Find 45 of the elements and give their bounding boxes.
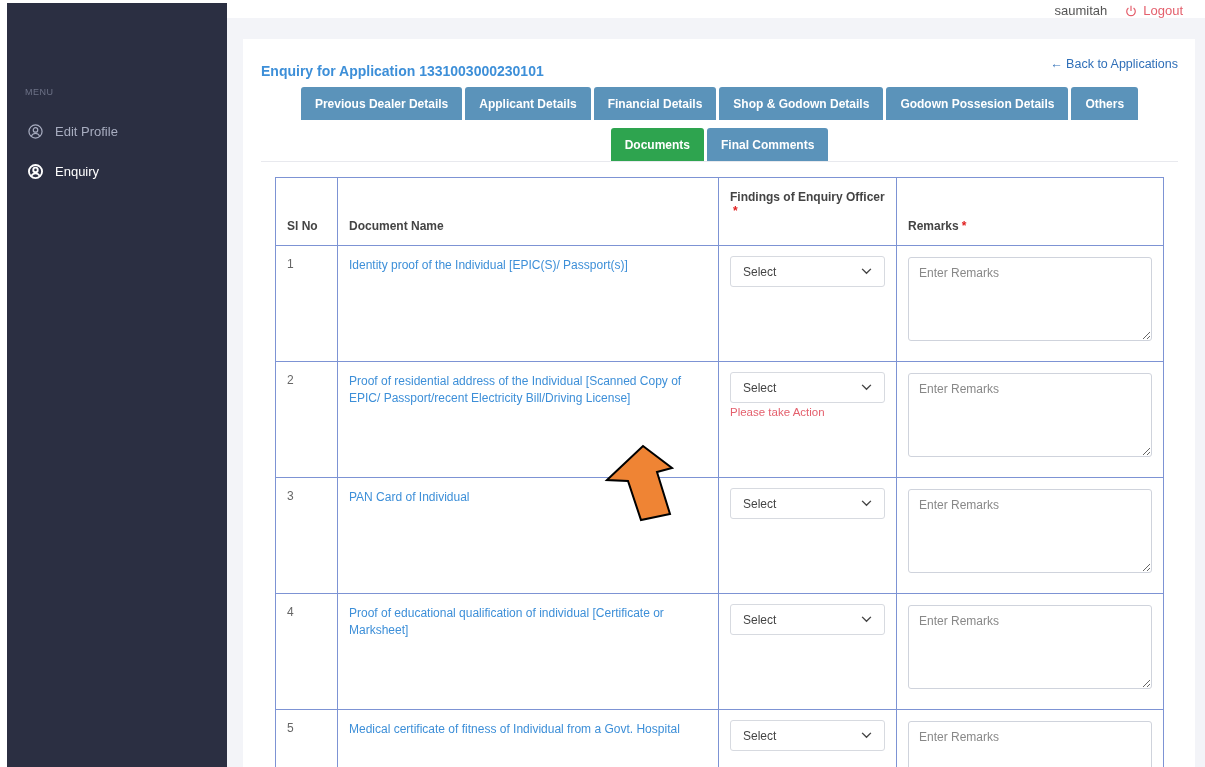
tab[interactable]: Others xyxy=(1071,87,1139,120)
chevron-down-icon xyxy=(861,500,872,507)
sidebar-item[interactable]: Enquiry xyxy=(7,151,227,191)
chevron-down-icon xyxy=(861,384,872,391)
findings-dropdown[interactable]: Select xyxy=(730,372,885,403)
table-cell: 3 xyxy=(275,477,338,594)
findings-dropdown[interactable]: Select xyxy=(730,604,885,635)
page-title: Enquiry for Application 1331003000230101 xyxy=(261,63,544,79)
findings-dropdown[interactable]: Select xyxy=(730,720,885,751)
power-icon xyxy=(1125,4,1138,17)
tab[interactable]: Final Comments xyxy=(707,128,829,161)
tab[interactable]: Documents xyxy=(610,128,704,161)
username: saumitah xyxy=(1054,3,1108,18)
error-message: Please take Action xyxy=(730,406,826,418)
tab[interactable]: Applicant Details xyxy=(465,87,591,120)
logout-link[interactable]: Logout xyxy=(1125,3,1183,18)
table-cell: 1 xyxy=(275,245,338,362)
back-link[interactable]: ← Back to Applications xyxy=(1050,57,1178,71)
findings-dropdown[interactable]: Select xyxy=(730,488,885,519)
column-header: Findings of Enquiry Officer * xyxy=(718,177,897,246)
tab[interactable]: Godown Possesion Details xyxy=(886,87,1069,120)
remarks-field[interactable]: Enter Remarks xyxy=(908,605,1152,689)
column-header: Document Name xyxy=(337,177,719,246)
remarks-field[interactable]: Enter Remarks xyxy=(908,373,1152,457)
table-cell: 2 xyxy=(275,361,338,478)
tab[interactable]: Previous Dealer Details xyxy=(300,87,463,120)
findings-dropdown[interactable]: Select xyxy=(730,256,885,287)
user-icon xyxy=(28,163,43,179)
column-header: Sl No xyxy=(275,177,338,246)
user-icon xyxy=(28,123,43,139)
chevron-down-icon xyxy=(861,616,872,623)
table-cell: 4 xyxy=(275,593,338,710)
table-cell: 5 xyxy=(275,709,338,767)
sidebar-item[interactable]: Edit Profile xyxy=(7,111,227,151)
chevron-down-icon xyxy=(861,268,872,275)
remarks-field[interactable]: Enter Remarks xyxy=(908,721,1152,767)
remarks-field[interactable]: Enter Remarks xyxy=(908,489,1152,573)
column-header: Remarks * xyxy=(896,177,1164,246)
chevron-down-icon xyxy=(861,732,872,739)
menu-heading: MENU xyxy=(24,87,55,97)
document-link[interactable]: Proof of educational qualification of individual [Certificate or Marksheet] xyxy=(337,593,719,710)
tab[interactable]: Financial Details xyxy=(593,87,717,120)
remarks-field[interactable]: Enter Remarks xyxy=(908,257,1152,341)
tab[interactable]: Shop & Godown Details xyxy=(719,87,884,120)
document-link[interactable]: Identity proof of the Individual [EPIC(S)/ Passport(s)] xyxy=(337,245,719,362)
